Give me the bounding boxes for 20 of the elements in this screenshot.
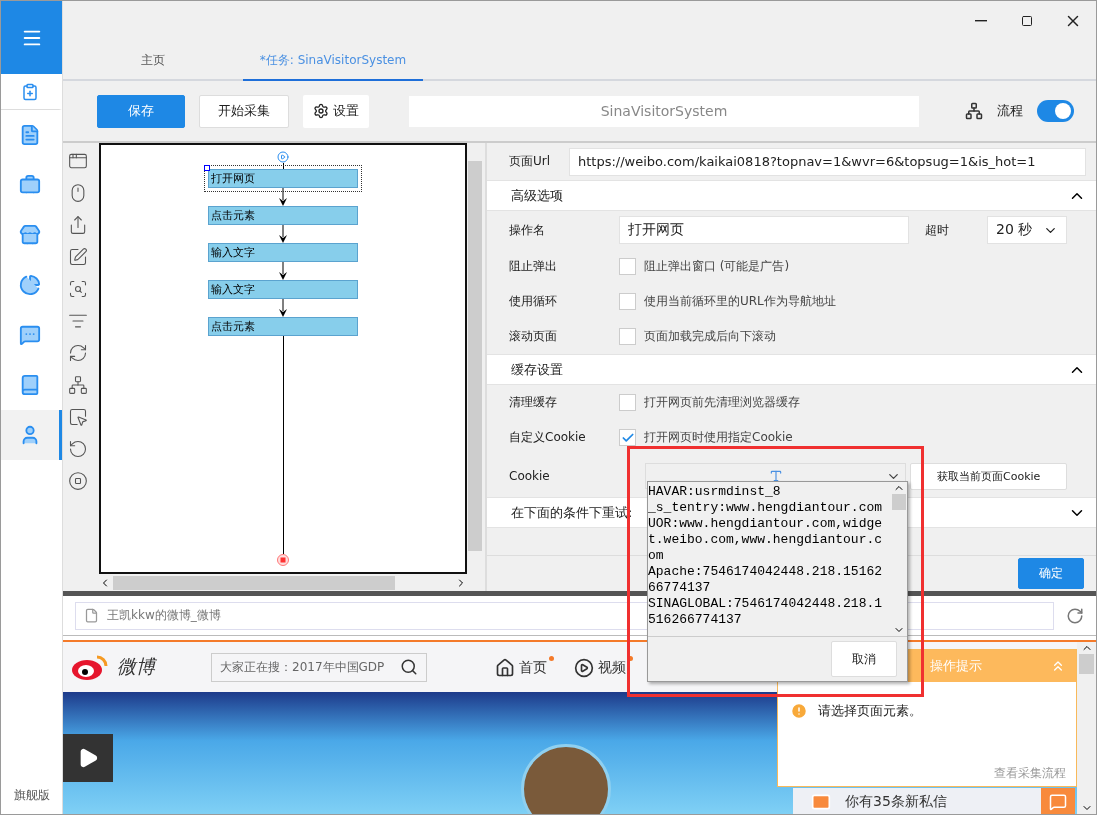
logo-text: 微博 — [117, 654, 155, 679]
field-label: 自定义Cookie — [509, 429, 587, 446]
field-label: 使用循环 — [509, 293, 558, 310]
flow-label: 流程 — [997, 102, 1023, 120]
field-label: 超时 — [925, 221, 950, 239]
field-label: Cookie — [509, 469, 551, 483]
option-text: 打开网页时使用指定Cookie — [644, 429, 793, 446]
edition-label: 旗舰版 — [12, 787, 51, 804]
message-text: 你有35条新私信 — [845, 792, 947, 811]
hint-message: 请选择页面元素。 — [818, 702, 922, 720]
field-label: 清理缓存 — [509, 394, 558, 411]
field-label: 滚动页面 — [509, 328, 558, 345]
hint-title: 操作提示 — [930, 657, 982, 675]
option-text: 打开网页前先清理浏览器缓存 — [644, 394, 800, 411]
field-label: 操作名 — [509, 221, 546, 239]
option-text: 阻止弹出窗口 (可能是广告) — [644, 258, 790, 275]
field-label: 页面Url — [509, 153, 552, 170]
field-label: 阻止弹出 — [509, 258, 558, 275]
option-text: 使用当前循环里的URL作为导航地址 — [644, 293, 836, 310]
option-text: 页面加载完成后向下滚动 — [644, 328, 776, 345]
